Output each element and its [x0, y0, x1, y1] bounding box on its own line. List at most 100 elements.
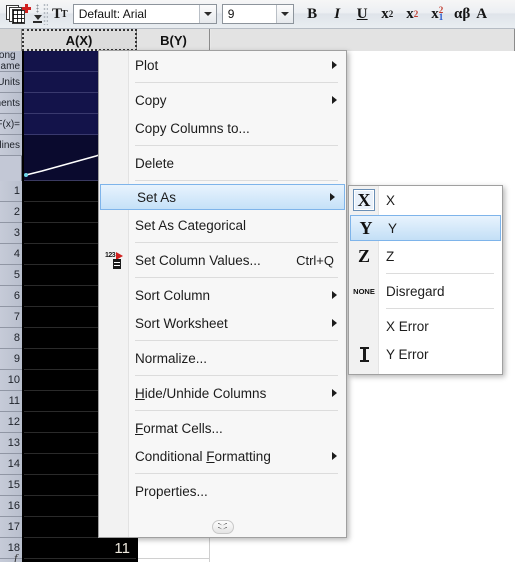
y-designation-icon: Y: [359, 217, 373, 238]
row-header-comments[interactable]: Comments: [0, 93, 22, 114]
menu-item-set-as-categorical[interactable]: Set As Categorical: [99, 211, 346, 239]
submenu-arrow-icon: [332, 96, 337, 104]
menu-item-sort-worksheet[interactable]: Sort Worksheet: [99, 309, 346, 337]
menu-item-copy-columns-to[interactable]: Copy Columns to...: [99, 114, 346, 142]
menu-item-label: Hide/Unhide Columns: [135, 385, 267, 401]
submenu-arrow-icon: [332, 319, 337, 327]
menu-separator: [135, 473, 338, 474]
superscript-exp: 2: [388, 9, 394, 19]
menu-item-conditional-formatting[interactable]: Conditional Formatting: [99, 442, 346, 470]
menu-item-properties[interactable]: Properties...: [99, 477, 346, 505]
row-header[interactable]: 2: [0, 202, 22, 223]
menu-separator: [135, 180, 338, 181]
menu-item-delete[interactable]: Delete: [99, 149, 346, 177]
increase-font-button[interactable]: A: [475, 2, 489, 26]
font-family-combo[interactable]: Default: Arial: [72, 4, 217, 24]
menu-item-label: Normalize...: [135, 350, 208, 366]
font-size-dropdown-button[interactable]: [275, 5, 293, 23]
menu-separator: [135, 277, 338, 278]
row-header[interactable]: 16: [0, 496, 22, 517]
submenu-item-label: Disregard: [386, 283, 445, 299]
column-header-a[interactable]: A(X): [22, 29, 137, 51]
row-header-sparklines[interactable]: Sparklines: [0, 135, 22, 156]
menu-item-hide-unhide-columns[interactable]: Hide/Unhide Columns: [99, 379, 346, 407]
submenu-arrow-icon: [330, 193, 335, 201]
menu-item-set-column-values[interactable]: 123 Set Column Values... Ctrl+Q: [99, 246, 346, 274]
row-header-long-name[interactable]: Long Name: [0, 51, 22, 72]
row-header[interactable]: 8: [0, 328, 22, 349]
row-header[interactable]: 3: [0, 223, 22, 244]
cell-empty[interactable]: [211, 538, 515, 559]
cell-b[interactable]: [138, 538, 210, 559]
x-error-icon: [353, 315, 375, 337]
bold-button[interactable]: B: [300, 2, 325, 26]
cell-a[interactable]: 11: [22, 538, 137, 559]
supersubscript-button[interactable]: x21: [425, 2, 450, 26]
fx-tab[interactable]: f: [14, 551, 36, 562]
row-header[interactable]: 15: [0, 475, 22, 496]
submenu-separator: [386, 308, 494, 309]
menu-item-label: Properties...: [135, 483, 208, 499]
row-header[interactable]: 9: [0, 349, 22, 370]
row-header[interactable]: 12: [0, 412, 22, 433]
superscript-button[interactable]: x2: [375, 2, 400, 26]
menu-separator: [135, 410, 338, 411]
add-worksheet-button[interactable]: [6, 2, 32, 26]
row-header[interactable]: 4: [0, 244, 22, 265]
font-family-dropdown-button[interactable]: [198, 5, 216, 23]
font-size-combo[interactable]: 9: [221, 4, 294, 24]
submenu-items: X X Y Y Z Z NONE Disregard X Error Y Error: [349, 186, 502, 368]
row-header-units[interactable]: Units: [0, 72, 22, 93]
subscript-button[interactable]: x2: [400, 2, 425, 26]
context-menu-items: Plot Copy Copy Columns to... Delete Set As Se…: [99, 51, 346, 505]
subscript-base: x: [406, 5, 414, 22]
toolbar-overflow-button[interactable]: [32, 2, 43, 26]
menu-separator: [135, 242, 338, 243]
menu-item-set-as[interactable]: Set As: [100, 184, 345, 210]
submenu-arrow-icon: [332, 389, 337, 397]
menu-item-copy[interactable]: Copy: [99, 86, 346, 114]
submenu-item-z[interactable]: ZZ: [349, 242, 502, 270]
text-format-icon[interactable]: TT: [48, 2, 71, 26]
submenu-item-x-error[interactable]: X Error: [349, 312, 502, 340]
row-header-fx[interactable]: F(x)=: [0, 114, 22, 135]
submenu-item-label: Y: [388, 220, 398, 236]
x-designation-icon: X: [353, 189, 375, 211]
font-family-value: Default: Arial: [78, 7, 147, 21]
row-header[interactable]: 10: [0, 370, 22, 391]
greek-button[interactable]: αβ: [450, 2, 475, 26]
column-header-b[interactable]: B(Y): [138, 29, 210, 51]
select-all-corner[interactable]: [0, 29, 22, 51]
row-header[interactable]: 17: [0, 517, 22, 538]
context-menu-scroll-down-button[interactable]: [211, 520, 234, 534]
row-header[interactable]: 1: [0, 181, 22, 202]
submenu-item-disregard[interactable]: NONE Disregard: [349, 277, 502, 305]
menu-item-format-cells[interactable]: Format Cells...: [99, 414, 346, 442]
row-header[interactable]: 11: [0, 391, 22, 412]
row-header[interactable]: 6: [0, 286, 22, 307]
submenu-separator: [386, 273, 494, 274]
menu-item-plot[interactable]: Plot: [99, 51, 346, 79]
submenu-item-x[interactable]: XX: [349, 186, 502, 214]
menu-item-normalize[interactable]: Normalize...: [99, 344, 346, 372]
double-chevron-down-icon: [218, 523, 227, 532]
submenu-item-y-error[interactable]: Y Error: [349, 340, 502, 368]
set-column-values-icon: 123: [105, 252, 124, 269]
origin-worksheet-window: TT Default: Arial 9 B I U x2 x2 x21 αβ A…: [0, 0, 515, 562]
underline-button[interactable]: U: [350, 2, 375, 26]
row-header[interactable]: 7: [0, 307, 22, 328]
menu-item-sort-column[interactable]: Sort Column: [99, 281, 346, 309]
z-designation-icon: Z: [357, 245, 370, 266]
row-header[interactable]: 5: [0, 265, 22, 286]
menu-item-label: Conditional Formatting: [135, 448, 271, 464]
menu-separator: [135, 375, 338, 376]
submenu-item-y[interactable]: YY: [350, 215, 501, 241]
column-header-empty[interactable]: [211, 29, 515, 51]
column-header-row: A(X) B(Y): [0, 29, 515, 51]
row-header[interactable]: 13: [0, 433, 22, 454]
submenu-item-label: Y Error: [386, 346, 429, 362]
italic-button[interactable]: I: [325, 2, 350, 26]
row-header[interactable]: 14: [0, 454, 22, 475]
y-error-bar-icon: [353, 343, 375, 365]
submenu-arrow-icon: [332, 291, 337, 299]
